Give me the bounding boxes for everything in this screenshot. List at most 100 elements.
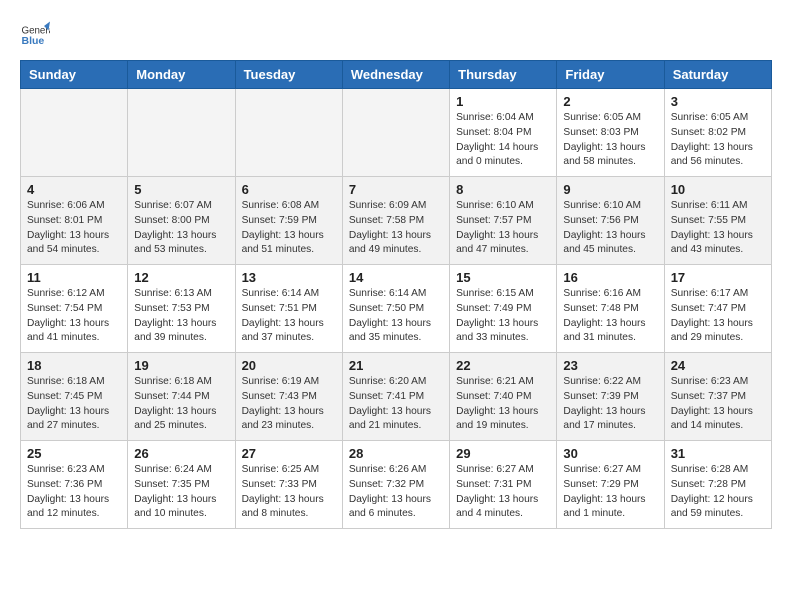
day-info: Sunrise: 6:20 AM Sunset: 7:41 PM Dayligh… <box>349 375 443 434</box>
weekday-header-wednesday: Wednesday <box>342 61 449 89</box>
weekday-header-thursday: Thursday <box>450 61 557 89</box>
day-number: 22 <box>456 358 550 373</box>
weekday-header-monday: Monday <box>128 61 235 89</box>
day-number: 19 <box>134 358 228 373</box>
calendar-cell: 15 Sunrise: 6:15 AM Sunset: 7:49 PM Dayli… <box>450 265 557 353</box>
page-header: General Blue <box>20 20 772 50</box>
weekday-header-sunday: Sunday <box>21 61 128 89</box>
day-info: Sunrise: 6:21 AM Sunset: 7:40 PM Dayligh… <box>456 375 550 434</box>
day-number: 5 <box>134 182 228 197</box>
day-info: Sunrise: 6:14 AM Sunset: 7:51 PM Dayligh… <box>242 287 336 346</box>
day-info: Sunrise: 6:26 AM Sunset: 7:32 PM Dayligh… <box>349 463 443 522</box>
day-info: Sunrise: 6:23 AM Sunset: 7:37 PM Dayligh… <box>671 375 765 434</box>
day-number: 2 <box>563 94 657 109</box>
day-info: Sunrise: 6:10 AM Sunset: 7:56 PM Dayligh… <box>563 199 657 258</box>
day-number: 16 <box>563 270 657 285</box>
day-number: 30 <box>563 446 657 461</box>
calendar-cell: 11Sunrise: 6:12 AM Sunset: 7:54 PM Dayli… <box>21 265 128 353</box>
day-number: 23 <box>563 358 657 373</box>
day-info: Sunrise: 6:25 AM Sunset: 7:33 PM Dayligh… <box>242 463 336 522</box>
week-row-4: 18 Sunrise: 6:18 AM Sunset: 7:45 PM Dayli… <box>21 353 772 441</box>
week-row-3: 11Sunrise: 6:12 AM Sunset: 7:54 PM Dayli… <box>21 265 772 353</box>
calendar-cell: 1Sunrise: 6:04 AM Sunset: 8:04 PM Daylig… <box>450 89 557 177</box>
calendar-cell: 26Sunrise: 6:24 AM Sunset: 7:35 PM Dayli… <box>128 441 235 529</box>
day-info: Sunrise: 6:27 AM Sunset: 7:29 PM Dayligh… <box>563 463 657 522</box>
day-number: 11 <box>27 270 121 285</box>
calendar-cell: 29 Sunrise: 6:27 AM Sunset: 7:31 PM Dayli… <box>450 441 557 529</box>
calendar-cell <box>21 89 128 177</box>
calendar-cell: 6 Sunrise: 6:08 AM Sunset: 7:59 PM Daylig… <box>235 177 342 265</box>
calendar-cell: 25 Sunrise: 6:23 AM Sunset: 7:36 PM Dayli… <box>21 441 128 529</box>
day-info: Sunrise: 6:05 AM Sunset: 8:02 PM Dayligh… <box>671 111 765 170</box>
calendar-cell <box>342 89 449 177</box>
day-info: Sunrise: 6:17 AM Sunset: 7:47 PM Dayligh… <box>671 287 765 346</box>
day-number: 20 <box>242 358 336 373</box>
calendar-cell: 10Sunrise: 6:11 AM Sunset: 7:55 PM Dayli… <box>664 177 771 265</box>
day-number: 25 <box>27 446 121 461</box>
day-info: Sunrise: 6:15 AM Sunset: 7:49 PM Dayligh… <box>456 287 550 346</box>
weekday-header-row: SundayMondayTuesdayWednesdayThursdayFrid… <box>21 61 772 89</box>
week-row-1: 1Sunrise: 6:04 AM Sunset: 8:04 PM Daylig… <box>21 89 772 177</box>
calendar-cell: 23 Sunrise: 6:22 AM Sunset: 7:39 PM Dayli… <box>557 353 664 441</box>
calendar-cell: 31 Sunrise: 6:28 AM Sunset: 7:28 PM Dayli… <box>664 441 771 529</box>
calendar-cell: 14 Sunrise: 6:14 AM Sunset: 7:50 PM Dayli… <box>342 265 449 353</box>
weekday-header-friday: Friday <box>557 61 664 89</box>
day-number: 31 <box>671 446 765 461</box>
calendar-cell: 20 Sunrise: 6:19 AM Sunset: 7:43 PM Dayli… <box>235 353 342 441</box>
calendar-cell: 27 Sunrise: 6:25 AM Sunset: 7:33 PM Dayli… <box>235 441 342 529</box>
day-number: 8 <box>456 182 550 197</box>
calendar-cell: 16 Sunrise: 6:16 AM Sunset: 7:48 PM Dayli… <box>557 265 664 353</box>
day-number: 27 <box>242 446 336 461</box>
calendar-cell: 2 Sunrise: 6:05 AM Sunset: 8:03 PM Daylig… <box>557 89 664 177</box>
calendar-cell: 3 Sunrise: 6:05 AM Sunset: 8:02 PM Daylig… <box>664 89 771 177</box>
day-info: Sunrise: 6:05 AM Sunset: 8:03 PM Dayligh… <box>563 111 657 170</box>
calendar-cell: 8Sunrise: 6:10 AM Sunset: 7:57 PM Daylig… <box>450 177 557 265</box>
calendar-cell <box>128 89 235 177</box>
calendar-cell: 9 Sunrise: 6:10 AM Sunset: 7:56 PM Daylig… <box>557 177 664 265</box>
calendar-cell: 22 Sunrise: 6:21 AM Sunset: 7:40 PM Dayli… <box>450 353 557 441</box>
day-info: Sunrise: 6:04 AM Sunset: 8:04 PM Dayligh… <box>456 111 550 170</box>
day-info: Sunrise: 6:23 AM Sunset: 7:36 PM Dayligh… <box>27 463 121 522</box>
day-info: Sunrise: 6:11 AM Sunset: 7:55 PM Dayligh… <box>671 199 765 258</box>
day-info: Sunrise: 6:22 AM Sunset: 7:39 PM Dayligh… <box>563 375 657 434</box>
day-number: 4 <box>27 182 121 197</box>
calendar-cell: 30 Sunrise: 6:27 AM Sunset: 7:29 PM Dayli… <box>557 441 664 529</box>
calendar-cell: 4Sunrise: 6:06 AM Sunset: 8:01 PM Daylig… <box>21 177 128 265</box>
calendar-cell: 12Sunrise: 6:13 AM Sunset: 7:53 PM Dayli… <box>128 265 235 353</box>
weekday-header-saturday: Saturday <box>664 61 771 89</box>
calendar-cell: 5 Sunrise: 6:07 AM Sunset: 8:00 PM Daylig… <box>128 177 235 265</box>
day-number: 28 <box>349 446 443 461</box>
day-info: Sunrise: 6:19 AM Sunset: 7:43 PM Dayligh… <box>242 375 336 434</box>
day-number: 9 <box>563 182 657 197</box>
calendar-cell <box>235 89 342 177</box>
day-info: Sunrise: 6:18 AM Sunset: 7:45 PM Dayligh… <box>27 375 121 434</box>
day-info: Sunrise: 6:27 AM Sunset: 7:31 PM Dayligh… <box>456 463 550 522</box>
day-number: 21 <box>349 358 443 373</box>
week-row-5: 25 Sunrise: 6:23 AM Sunset: 7:36 PM Dayli… <box>21 441 772 529</box>
day-info: Sunrise: 6:14 AM Sunset: 7:50 PM Dayligh… <box>349 287 443 346</box>
day-info: Sunrise: 6:28 AM Sunset: 7:28 PM Dayligh… <box>671 463 765 522</box>
day-number: 17 <box>671 270 765 285</box>
calendar-table: SundayMondayTuesdayWednesdayThursdayFrid… <box>20 60 772 529</box>
calendar-cell: 24 Sunrise: 6:23 AM Sunset: 7:37 PM Dayli… <box>664 353 771 441</box>
day-number: 15 <box>456 270 550 285</box>
day-number: 24 <box>671 358 765 373</box>
day-number: 3 <box>671 94 765 109</box>
day-info: Sunrise: 6:09 AM Sunset: 7:58 PM Dayligh… <box>349 199 443 258</box>
day-info: Sunrise: 6:18 AM Sunset: 7:44 PM Dayligh… <box>134 375 228 434</box>
day-number: 29 <box>456 446 550 461</box>
calendar-cell: 13 Sunrise: 6:14 AM Sunset: 7:51 PM Dayli… <box>235 265 342 353</box>
day-number: 18 <box>27 358 121 373</box>
day-number: 26 <box>134 446 228 461</box>
weekday-header-tuesday: Tuesday <box>235 61 342 89</box>
day-info: Sunrise: 6:16 AM Sunset: 7:48 PM Dayligh… <box>563 287 657 346</box>
logo: General Blue <box>20 20 50 50</box>
calendar-cell: 17 Sunrise: 6:17 AM Sunset: 7:47 PM Dayli… <box>664 265 771 353</box>
calendar-cell: 28 Sunrise: 6:26 AM Sunset: 7:32 PM Dayli… <box>342 441 449 529</box>
day-info: Sunrise: 6:08 AM Sunset: 7:59 PM Dayligh… <box>242 199 336 258</box>
day-number: 14 <box>349 270 443 285</box>
day-number: 13 <box>242 270 336 285</box>
day-number: 6 <box>242 182 336 197</box>
day-info: Sunrise: 6:07 AM Sunset: 8:00 PM Dayligh… <box>134 199 228 258</box>
logo-icon: General Blue <box>20 20 50 50</box>
